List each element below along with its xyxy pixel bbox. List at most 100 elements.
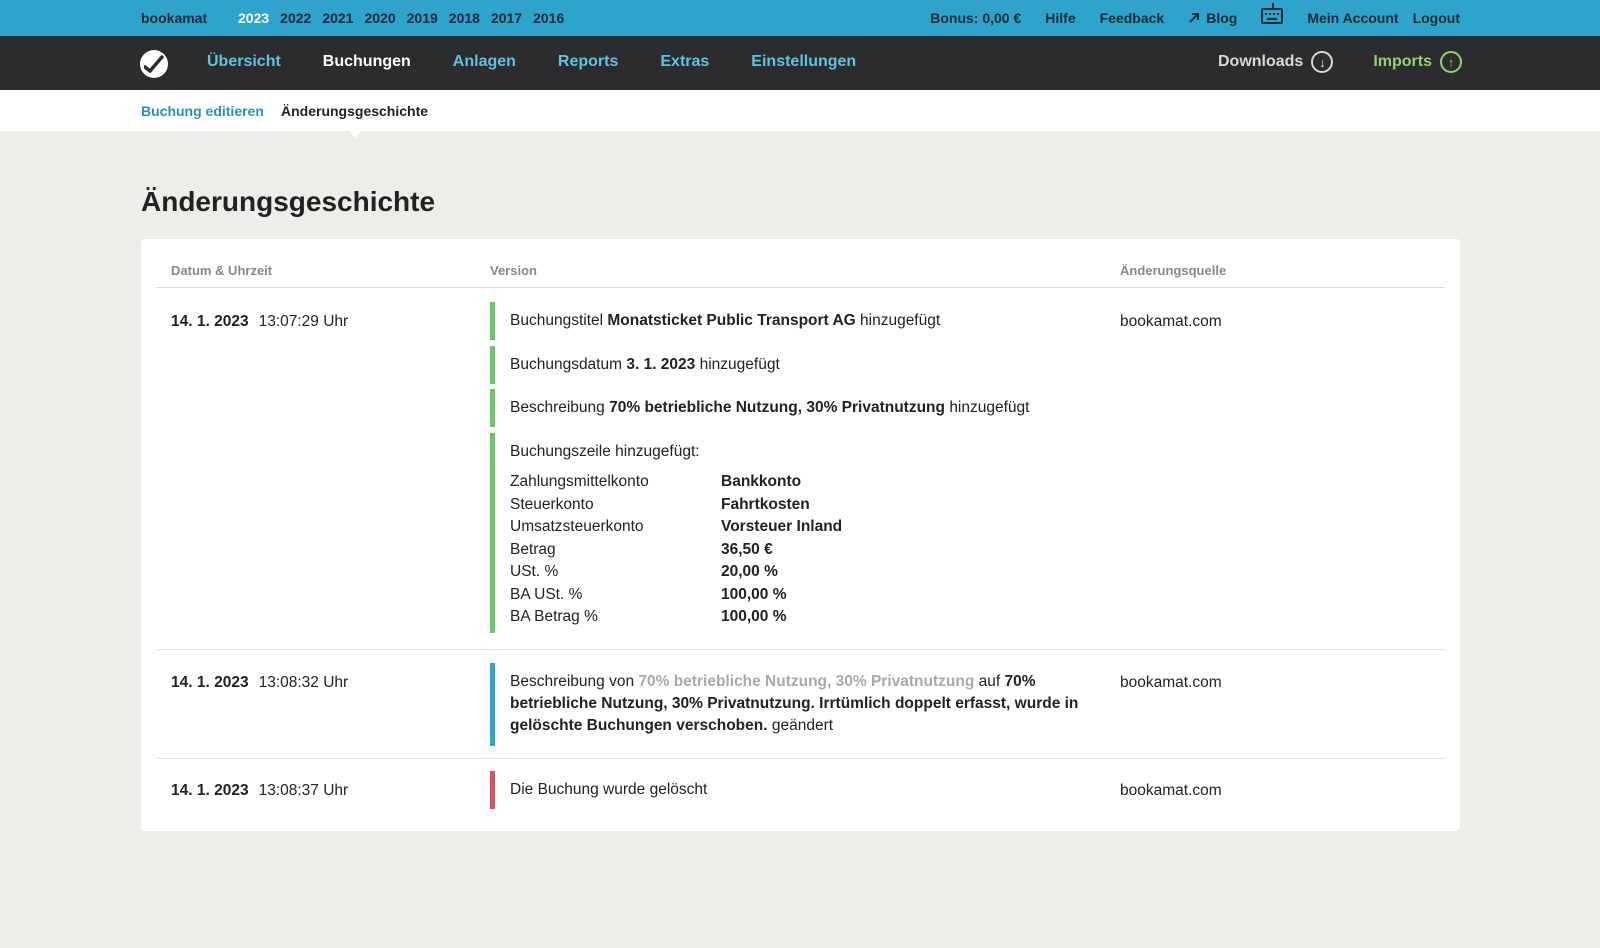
booking-line-fields: Zahlungsmittelkonto Bankkonto Steuerkonto… (510, 471, 842, 629)
old-value: 70% betriebliche Nutzung, 30% Privatnutz… (638, 673, 975, 690)
field-label: BA USt. % (510, 585, 583, 603)
history-table: Datum & Uhrzeit Version Änderungsquelle … (141, 239, 1460, 831)
upload-arrow-icon: ↑ (1440, 51, 1462, 73)
field-label: Steuerkonto (510, 495, 594, 513)
table-row: 14. 1. 2023 13:08:37 Uhr Die Buchung wurd… (156, 759, 1445, 831)
field-label: Zahlungsmittelkonto (510, 473, 649, 490)
entry-text: Buchungstitel (510, 312, 604, 329)
bonus-balance: Bonus: 0,00 € (930, 10, 1022, 26)
entry-value: Monatsticket Public Transport AG (607, 312, 856, 329)
row-time: 13:08:32 Uhr (258, 674, 349, 691)
row-datetime: 14. 1. 2023 13:07:29 Uhr (171, 313, 348, 331)
downloads-label: Downloads (1217, 53, 1304, 70)
row-time: 13:08:37 Uhr (258, 782, 349, 799)
field-row: Umsatzsteuerkonto Vorsteuer Inland (510, 516, 842, 539)
field-value: 36,50 € (721, 540, 773, 558)
field-row: Betrag 36,50 € (510, 539, 842, 562)
row-source: bookamat.com (1120, 782, 1222, 799)
year-2019[interactable]: 2019 (407, 10, 438, 26)
field-label: USt. % (510, 563, 559, 580)
nav-reports[interactable]: Reports (558, 53, 618, 71)
field-row: BA Betrag % 100,00 % (510, 606, 842, 629)
download-arrow-icon: ↓ (1311, 51, 1334, 73)
table-row: 14. 1. 2023 13:07:29 Uhr Buchungstitel Mo… (156, 288, 1445, 650)
help-link[interactable]: Hilfe (1045, 10, 1075, 26)
nav-einstellungen[interactable]: Einstellungen (751, 53, 856, 71)
field-row: USt. % 20,00 % (510, 561, 842, 584)
keyboard-shortcuts-icon[interactable] (1261, 3, 1284, 24)
row-date: 14. 1. 2023 (171, 674, 249, 691)
column-header-source: Änderungsquelle (1120, 263, 1227, 278)
column-header-date: Datum & Uhrzeit (171, 263, 273, 278)
row-source: bookamat.com (1120, 313, 1222, 330)
year-2017[interactable]: 2017 (491, 10, 522, 26)
tab-edit-booking[interactable]: Buchung editieren (141, 103, 264, 119)
field-value: 100,00 % (721, 608, 787, 625)
entry-value: 70% betriebliche Nutzung, 30% Privatnutz… (609, 399, 945, 416)
feedback-link[interactable]: Feedback (1100, 10, 1165, 26)
main-nav: Übersicht Buchungen Anlagen Reports Extr… (0, 36, 1600, 90)
version-entry: Beschreibung 70% betriebliche Nutzung, 3… (490, 389, 1110, 427)
imports-label: Imports (1373, 53, 1432, 70)
account-link[interactable]: Mein Account (1307, 10, 1398, 26)
entry-text: geändert (771, 717, 834, 734)
row-date: 14. 1. 2023 (171, 782, 249, 799)
top-bar: bookamat 2023 2022 2021 2020 2019 2018 2… (0, 0, 1600, 40)
entry-text: hinzugefügt (949, 399, 1030, 416)
tab-change-history[interactable]: Änderungsgeschichte (281, 103, 428, 138)
year-2022[interactable]: 2022 (280, 10, 311, 26)
table-header: Datum & Uhrzeit Version Änderungsquelle (156, 239, 1445, 288)
version-entry: Buchungstitel Monatsticket Public Transp… (490, 302, 1110, 340)
blog-link[interactable]: Blog (1188, 10, 1237, 26)
field-value: Vorsteuer Inland (721, 518, 843, 535)
year-selector: 2023 2022 2021 2020 2019 2018 2017 2016 (238, 10, 575, 40)
row-datetime: 14. 1. 2023 13:08:32 Uhr (171, 674, 348, 692)
entry-text: Beschreibung von (510, 673, 635, 690)
blog-label: Blog (1206, 10, 1238, 26)
field-value: 20,00 % (721, 563, 778, 580)
external-arrow-icon (1189, 13, 1200, 23)
sub-nav: Buchung editieren Änderungsgeschichte (0, 90, 1600, 138)
year-2023[interactable]: 2023 (238, 10, 269, 40)
logout-link[interactable]: Logout (1413, 10, 1460, 26)
column-header-version: Version (490, 263, 537, 278)
nav-buchungen[interactable]: Buchungen (323, 53, 411, 71)
top-right-links: Bonus: 0,00 € Hilfe Feedback Blog Mein A… (930, 3, 1460, 26)
imports-button[interactable]: Imports ↑ (1373, 51, 1462, 73)
year-2018[interactable]: 2018 (449, 10, 480, 26)
year-2020[interactable]: 2020 (364, 10, 395, 26)
row-date: 14. 1. 2023 (171, 313, 249, 330)
downloads-button[interactable]: Downloads ↓ (1217, 51, 1334, 73)
version-entry: Die Buchung wurde gelöscht (490, 771, 1110, 809)
field-label: Umsatzsteuerkonto (510, 518, 644, 535)
row-time: 13:07:29 Uhr (258, 313, 349, 330)
field-label: Betrag (510, 540, 556, 558)
entry-text: auf (978, 673, 1001, 690)
year-2016[interactable]: 2016 (533, 10, 564, 26)
field-value: Fahrtkosten (721, 495, 810, 513)
bookamat-logo-icon[interactable] (140, 50, 168, 78)
field-value: 100,00 % (721, 585, 787, 603)
row-source: bookamat.com (1120, 674, 1222, 691)
entry-text: Beschreibung (510, 399, 605, 416)
nav-uebersicht[interactable]: Übersicht (207, 53, 281, 71)
version-entry: Beschreibung von 70% betriebliche Nutzun… (490, 663, 1110, 746)
nav-extras[interactable]: Extras (660, 53, 709, 71)
field-value: Bankkonto (721, 473, 802, 490)
entry-text: hinzugefügt (860, 312, 941, 329)
entry-text: Die Buchung wurde gelöscht (510, 781, 708, 798)
version-entry: Buchungsdatum 3. 1. 2023 hinzugefügt (490, 346, 1110, 384)
field-row: BA USt. % 100,00 % (510, 584, 842, 607)
entry-value: 3. 1. 2023 (626, 356, 696, 373)
brand-name[interactable]: bookamat (141, 10, 207, 26)
booking-line-title: Buchungszeile hinzugefügt: (510, 443, 700, 460)
page-title: Änderungsgeschichte (141, 186, 436, 217)
nav-anlagen[interactable]: Anlagen (453, 53, 516, 71)
year-2021[interactable]: 2021 (322, 10, 353, 26)
row-datetime: 14. 1. 2023 13:08:37 Uhr (171, 782, 348, 800)
field-row: Zahlungsmittelkonto Bankkonto (510, 471, 842, 494)
table-row: 14. 1. 2023 13:08:32 Uhr Beschreibung von… (156, 650, 1445, 759)
entry-text: Buchungsdatum (510, 356, 623, 373)
booking-line-entry: Buchungszeile hinzugefügt: Zahlungsmitte… (490, 433, 1110, 633)
field-row: Steuerkonto Fahrtkosten (510, 494, 842, 517)
